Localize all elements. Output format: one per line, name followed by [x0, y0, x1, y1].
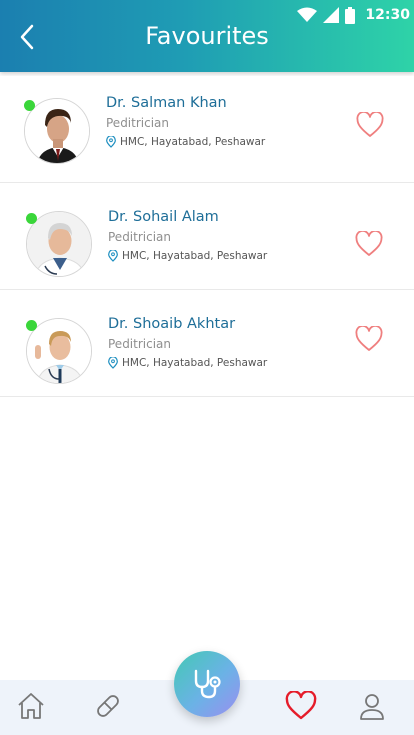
doctor-location: HMC, Hayatabad, Peshawar: [108, 250, 267, 262]
doctor-name[interactable]: Dr. Shoaib Akhtar: [108, 316, 235, 332]
doctor-card[interactable]: Dr. Sohail Alam Peditrician HMC, Hayatab…: [0, 183, 414, 290]
online-status-dot: [26, 213, 37, 224]
heart-outline-icon: [356, 111, 384, 137]
location-pin-icon: [106, 136, 116, 148]
nav-home[interactable]: [14, 689, 48, 723]
doctor-location-text: HMC, Hayatabad, Peshawar: [120, 136, 266, 148]
doctor-specialty: Peditrician: [108, 230, 172, 244]
heart-outline-icon: [355, 325, 383, 351]
nav-profile[interactable]: [355, 689, 389, 723]
favourite-button[interactable]: [356, 111, 384, 140]
favourite-button[interactable]: [355, 325, 383, 354]
favourite-button[interactable]: [355, 230, 383, 259]
stethoscope-icon: [194, 669, 221, 699]
doctor-location-text: HMC, Hayatabad, Peshawar: [122, 250, 268, 262]
heart-icon: [285, 691, 317, 720]
location-pin-icon: [108, 357, 118, 369]
doctor-specialty: Peditrician: [106, 116, 170, 130]
page-title: Favourites: [145, 22, 269, 50]
location-pin-icon: [108, 250, 118, 262]
pill-icon: [97, 695, 119, 717]
status-time: 12:30: [365, 7, 410, 23]
home-icon: [18, 693, 44, 719]
doctor-location: HMC, Hayatabad, Peshawar: [106, 136, 265, 148]
doctor-location-text: HMC, Hayatabad, Peshawar: [122, 357, 268, 369]
favourites-list: Dr. Salman Khan Peditrician HMC, Hayatab…: [0, 76, 414, 397]
doctor-location: HMC, Hayatabad, Peshawar: [108, 357, 267, 369]
nav-favourites[interactable]: [284, 689, 318, 723]
battery-icon: [345, 6, 356, 24]
online-status-dot: [24, 100, 35, 111]
doctor-specialty: Peditrician: [108, 337, 172, 351]
profile-icon: [360, 694, 384, 720]
doctor-name[interactable]: Dr. Salman Khan: [106, 95, 227, 111]
doctor-card[interactable]: Dr. Salman Khan Peditrician HMC, Hayatab…: [0, 76, 414, 183]
heart-outline-icon: [355, 230, 383, 256]
app-header: 12:30 Favourites: [0, 0, 414, 72]
doctor-name[interactable]: Dr. Sohail Alam: [108, 209, 219, 225]
doctor-card[interactable]: Dr. Shoaib Akhtar Peditrician HMC, Hayat…: [0, 290, 414, 397]
stethoscope-fab-button[interactable]: [174, 651, 240, 717]
nav-medicine[interactable]: [91, 689, 125, 723]
wifi-icon: [297, 7, 318, 22]
online-status-dot: [26, 320, 37, 331]
signal-icon: [323, 7, 340, 23]
